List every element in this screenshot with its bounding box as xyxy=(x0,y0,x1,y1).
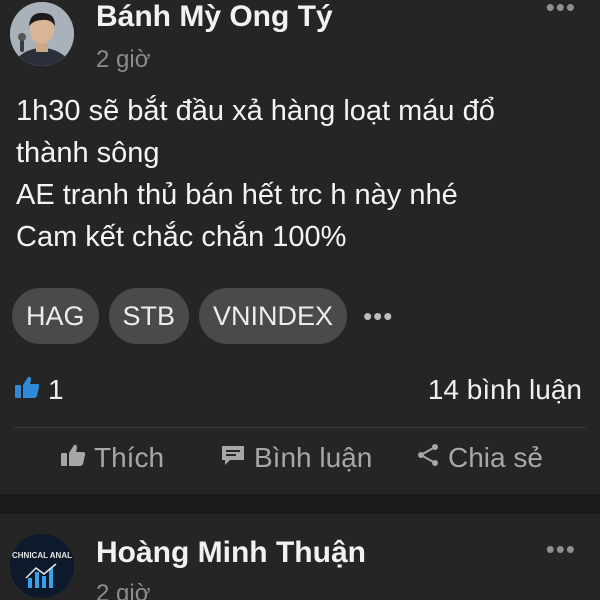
like-button[interactable]: Thích xyxy=(60,442,164,474)
news-feed: Bánh Mỳ Ong Tý 2 giờ ••• 1h30 sẽ bắt đầu… xyxy=(0,0,600,600)
avatar-logo-text: CHNICAL ANAL xyxy=(12,551,72,560)
share-button[interactable]: Chia sẻ xyxy=(416,442,543,474)
avatar-photo xyxy=(10,2,74,66)
thumbs-up-icon xyxy=(60,442,86,474)
like-count: 1 xyxy=(48,374,64,405)
post-content-line: thành sông xyxy=(16,137,160,169)
comment-button-label: Bình luận xyxy=(254,442,373,473)
more-icon[interactable]: ••• xyxy=(546,0,576,20)
post-content-line: AE tranh thủ bán hết trc h này nhé xyxy=(16,179,458,211)
share-button-label: Chia sẻ xyxy=(448,442,543,473)
post-author-name[interactable]: Hoàng Minh Thuận xyxy=(96,536,366,570)
comment-count[interactable]: 14 bình luận xyxy=(428,374,582,406)
post-author-name[interactable]: Bánh Mỳ Ong Tý xyxy=(96,0,333,34)
post-card: CHNICAL ANAL Hoàng Minh Thuận 2 giờ ••• xyxy=(0,514,600,600)
post-content-line: 1h30 sẽ bắt đầu xả hàng loạt máu đổ xyxy=(16,95,495,127)
avatar-logo: CHNICAL ANAL xyxy=(10,534,74,598)
divider xyxy=(14,427,586,428)
comment-icon xyxy=(220,442,246,474)
tag-stb[interactable]: STB xyxy=(108,288,190,344)
avatar[interactable]: CHNICAL ANAL xyxy=(10,534,74,598)
post-timestamp: 2 giờ xyxy=(96,46,151,73)
tag-hag[interactable]: HAG xyxy=(12,288,99,344)
post-content-line: Cam kết chắc chắn 100% xyxy=(16,221,347,253)
post-content: 1h30 sẽ bắt đầu xả hàng loạt máu đổ thàn… xyxy=(16,90,590,258)
stock-tags: HAG STB VNINDEX ••• xyxy=(12,288,393,344)
share-icon xyxy=(416,442,440,474)
like-summary[interactable]: 1 xyxy=(14,374,64,406)
tags-more-icon[interactable]: ••• xyxy=(363,301,393,332)
post-card: Bánh Mỳ Ong Tý 2 giờ ••• 1h30 sẽ bắt đầu… xyxy=(0,0,600,494)
tag-vnindex[interactable]: VNINDEX xyxy=(199,288,348,344)
comment-button[interactable]: Bình luận xyxy=(220,442,372,474)
more-icon[interactable]: ••• xyxy=(546,536,576,562)
avatar[interactable] xyxy=(10,2,74,66)
post-timestamp: 2 giờ xyxy=(96,580,151,600)
like-button-label: Thích xyxy=(94,442,165,473)
thumbs-up-icon xyxy=(14,374,40,406)
